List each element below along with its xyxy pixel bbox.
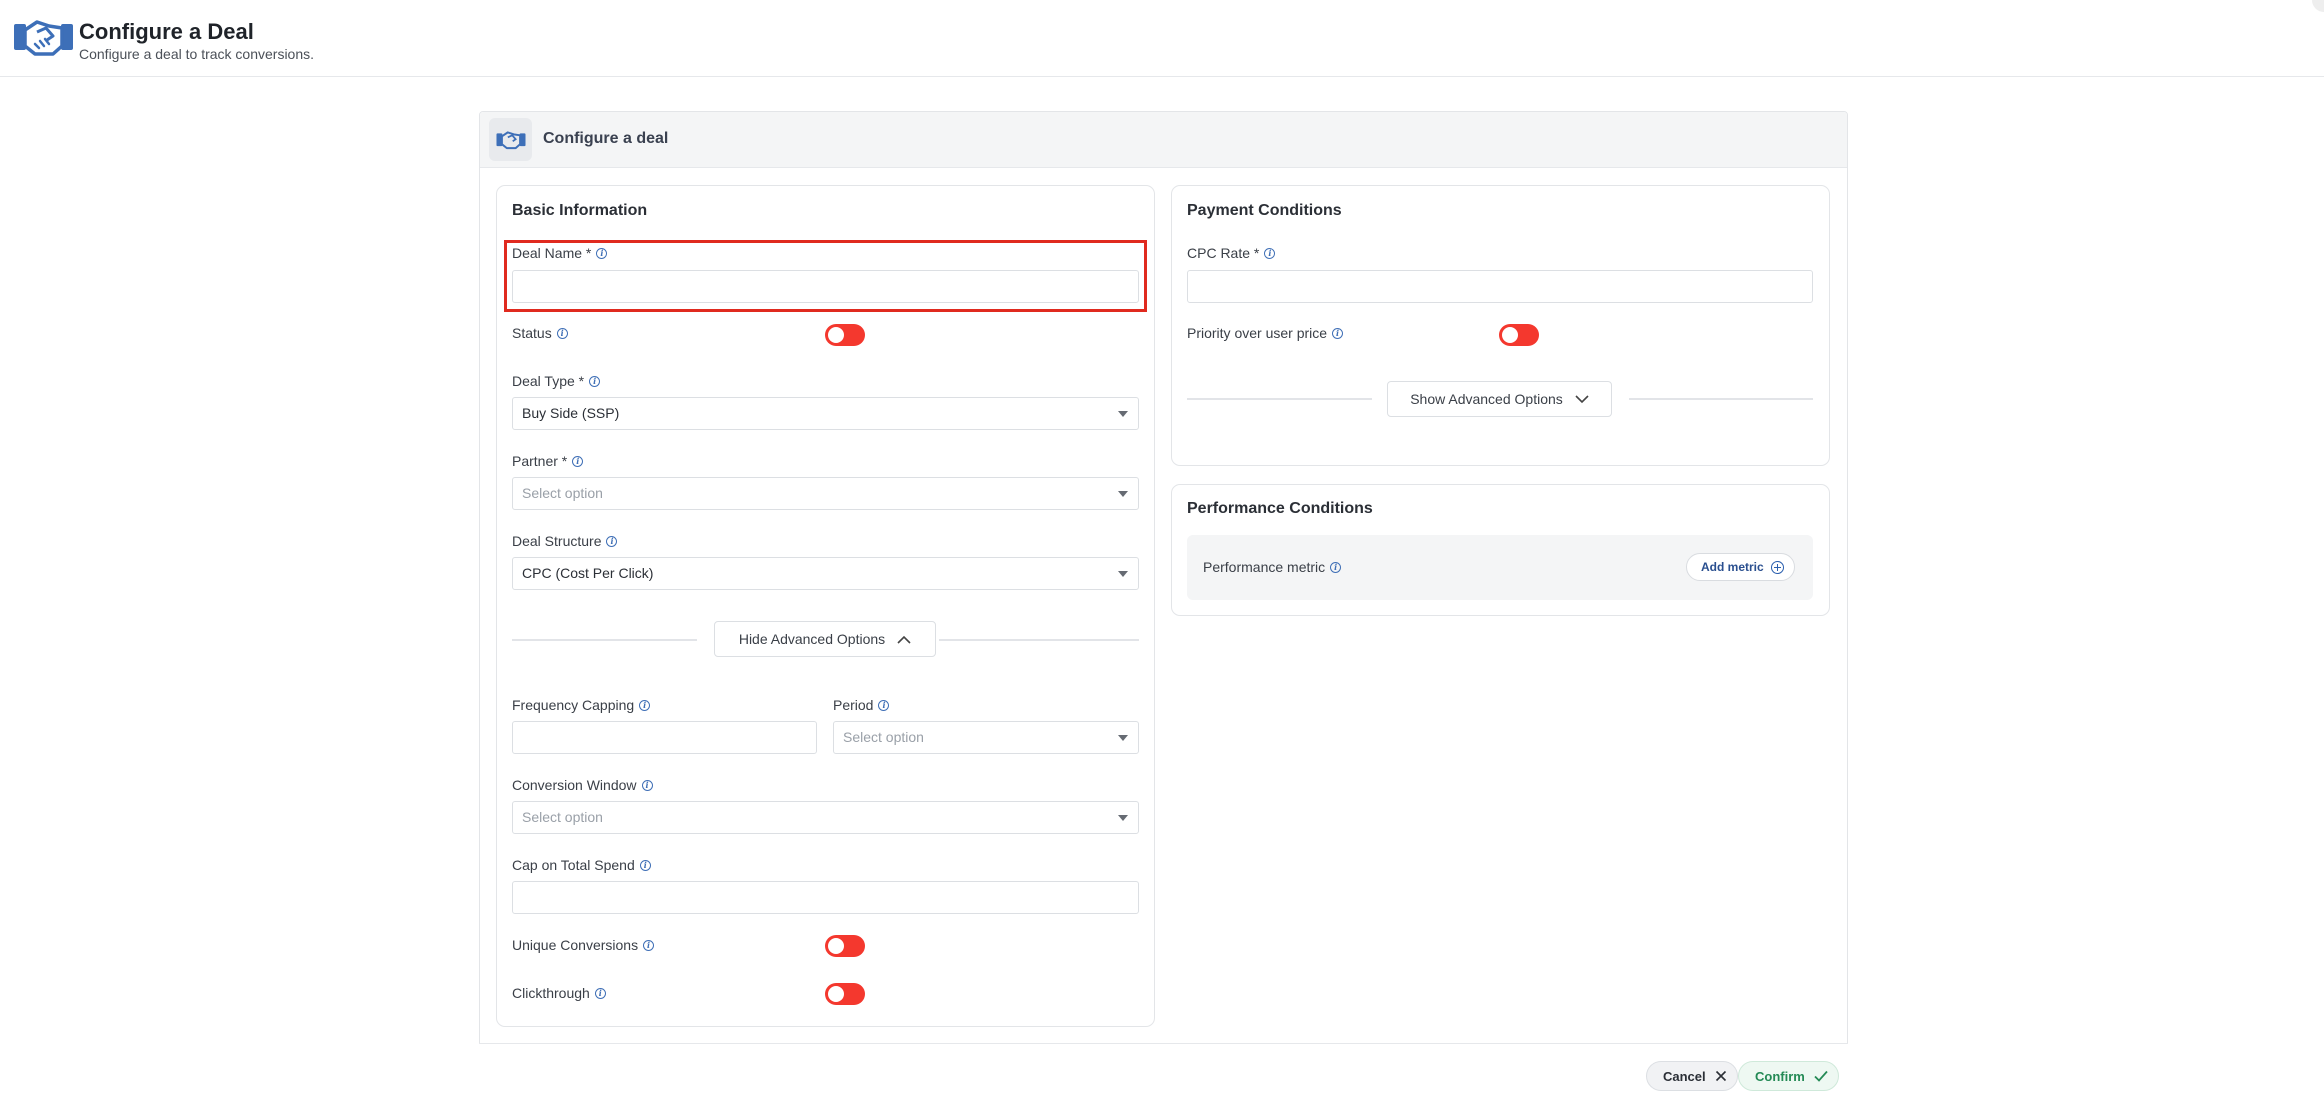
info-icon[interactable]: i — [1330, 561, 1342, 573]
info-icon[interactable]: i — [572, 455, 584, 467]
info-icon[interactable]: i — [1332, 327, 1344, 339]
performance-conditions-title: Performance Conditions — [1187, 500, 1373, 517]
period-label-text: Period — [833, 697, 874, 713]
status-label: Status i — [512, 325, 568, 341]
panel-footer — [479, 1043, 1848, 1109]
info-icon[interactable]: i — [639, 859, 651, 871]
info-icon[interactable]: i — [639, 699, 651, 711]
period-label: Period i — [833, 697, 890, 713]
period-select[interactable]: Select option — [833, 721, 1139, 754]
toggle-knob — [828, 986, 844, 1002]
deal-type-label-text: Deal Type * — [512, 373, 585, 389]
priority-label: Priority over user price i — [1187, 325, 1344, 341]
chevron-down-icon — [1118, 815, 1128, 821]
priority-toggle[interactable] — [1499, 324, 1539, 346]
unique-conversions-toggle[interactable] — [825, 935, 865, 957]
highlight-box — [504, 240, 1147, 312]
chevron-down-icon — [1118, 735, 1128, 741]
cap-total-spend-input[interactable] — [512, 881, 1139, 914]
basic-information-title: Basic Information — [512, 202, 648, 219]
info-icon[interactable]: i — [643, 939, 655, 951]
chevron-down-icon — [1118, 571, 1128, 577]
partner-placeholder: Select option — [522, 485, 603, 501]
info-icon[interactable]: i — [878, 699, 890, 711]
conversion-window-placeholder: Select option — [522, 809, 603, 825]
deal-structure-label-text: Deal Structure — [512, 533, 602, 549]
add-metric-label: Add metric — [1701, 560, 1764, 574]
show-advanced-options-button[interactable]: Show Advanced Options — [1387, 381, 1612, 417]
partner-label: Partner * i — [512, 453, 584, 469]
info-icon[interactable]: i — [606, 535, 618, 547]
clickthrough-label-text: Clickthrough — [512, 985, 590, 1001]
cancel-label: Cancel — [1663, 1068, 1706, 1084]
status-toggle[interactable] — [825, 324, 865, 346]
performance-metric-label-text: Performance metric — [1203, 559, 1326, 575]
period-placeholder: Select option — [843, 729, 924, 745]
frequency-capping-input[interactable] — [512, 721, 817, 754]
chevron-up-icon — [897, 635, 911, 644]
page-subtitle: Configure a deal to track conversions. — [79, 46, 315, 62]
info-icon[interactable]: i — [589, 375, 601, 387]
divider — [939, 639, 1139, 641]
confirm-button[interactable]: Confirm — [1738, 1061, 1839, 1091]
cpc-rate-input[interactable] — [1187, 270, 1813, 303]
frequency-capping-label: Frequency Capping i — [512, 697, 651, 713]
frequency-capping-label-text: Frequency Capping — [512, 697, 635, 713]
panel-header: Configure a deal — [480, 112, 1847, 168]
divider — [1629, 398, 1813, 400]
conversion-window-label: Conversion Window i — [512, 777, 653, 793]
clickthrough-toggle[interactable] — [825, 983, 865, 1005]
cap-total-spend-label-text: Cap on Total Spend — [512, 857, 635, 873]
payment-conditions-title: Payment Conditions — [1187, 202, 1342, 219]
confirm-label: Confirm — [1755, 1068, 1805, 1084]
info-icon[interactable]: i — [594, 987, 606, 999]
chevron-down-icon — [1118, 411, 1128, 417]
add-metric-button[interactable]: Add metric — [1686, 553, 1795, 581]
page-title: Configure a Deal — [79, 19, 254, 44]
deal-structure-value: CPC (Cost Per Click) — [522, 565, 654, 581]
avatar[interactable] — [2312, 0, 2324, 12]
panel-handshake-icon — [489, 118, 532, 161]
show-advanced-label: Show Advanced Options — [1410, 391, 1563, 407]
divider — [1187, 398, 1372, 400]
clickthrough-label: Clickthrough i — [512, 985, 606, 1001]
status-label-text: Status — [512, 325, 552, 341]
priority-label-text: Priority over user price — [1187, 325, 1328, 341]
cpc-rate-label: CPC Rate * i — [1187, 245, 1276, 261]
plus-circle-icon — [1770, 560, 1784, 574]
hide-advanced-options-button[interactable]: Hide Advanced Options — [714, 621, 936, 657]
deal-type-select[interactable]: Buy Side (SSP) — [512, 397, 1139, 430]
deal-structure-label: Deal Structure i — [512, 533, 618, 549]
unique-conversions-label-text: Unique Conversions — [512, 937, 639, 953]
checkmark-icon — [1814, 1070, 1828, 1082]
chevron-down-icon — [1118, 491, 1128, 497]
chevron-down-icon — [1575, 394, 1589, 403]
info-icon[interactable]: i — [556, 327, 568, 339]
info-icon[interactable]: i — [1264, 247, 1276, 259]
performance-metric-label: Performance metric i — [1203, 559, 1342, 575]
partner-select[interactable]: Select option — [512, 477, 1139, 510]
info-icon[interactable]: i — [641, 779, 653, 791]
cap-total-spend-label: Cap on Total Spend i — [512, 857, 651, 873]
close-icon — [1715, 1070, 1726, 1082]
toggle-knob — [828, 327, 844, 343]
partner-label-text: Partner * — [512, 453, 568, 469]
toggle-knob — [828, 938, 844, 954]
conversion-window-label-text: Conversion Window — [512, 777, 637, 793]
handshake-icon — [14, 20, 73, 56]
top-bar: Configure a Deal Configure a deal to tra… — [0, 0, 2324, 77]
conversion-window-select[interactable]: Select option — [512, 801, 1139, 834]
cpc-rate-label-text: CPC Rate * — [1187, 245, 1260, 261]
deal-structure-select[interactable]: CPC (Cost Per Click) — [512, 557, 1139, 590]
cancel-button[interactable]: Cancel — [1646, 1061, 1738, 1091]
hide-advanced-label: Hide Advanced Options — [738, 631, 886, 647]
toggle-knob — [1502, 327, 1518, 343]
unique-conversions-label: Unique Conversions i — [512, 937, 655, 953]
panel-title: Configure a deal — [543, 130, 669, 147]
deal-type-value: Buy Side (SSP) — [522, 405, 620, 421]
divider — [512, 639, 697, 641]
deal-type-label: Deal Type * i — [512, 373, 601, 389]
